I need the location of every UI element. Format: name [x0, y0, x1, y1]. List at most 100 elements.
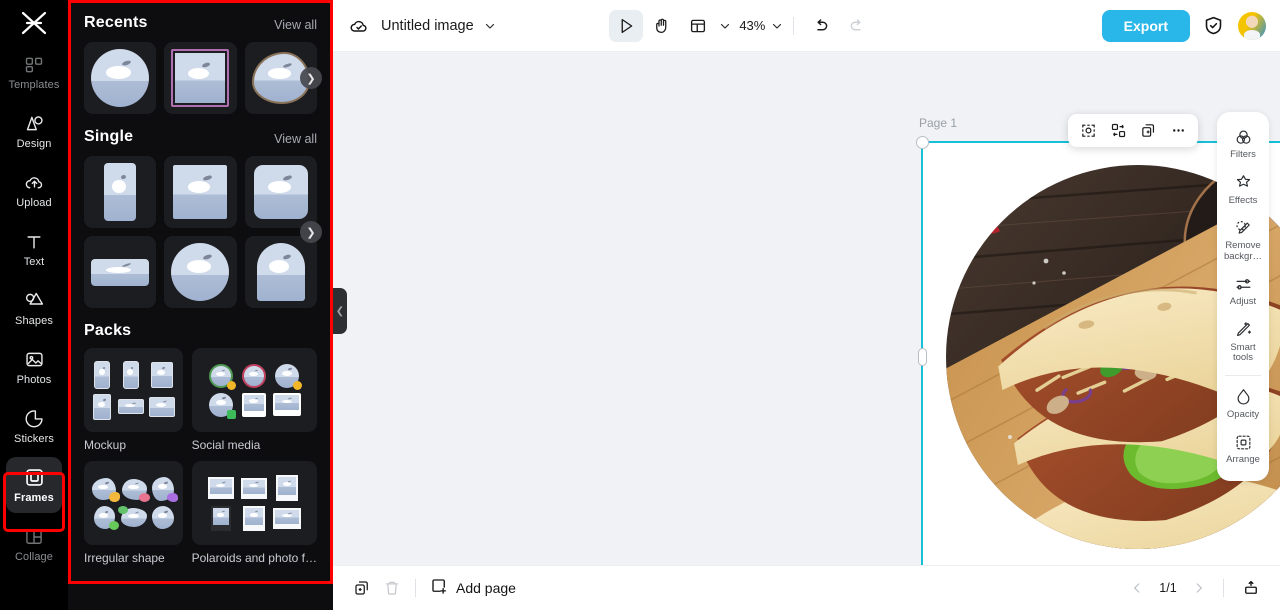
frame-thumb-square-selected[interactable] — [164, 42, 237, 114]
chevron-down-icon[interactable] — [484, 20, 496, 32]
next-page-button[interactable] — [1187, 576, 1211, 600]
avatar[interactable] — [1237, 11, 1266, 40]
page-indicator: 1/1 — [1159, 581, 1177, 595]
frame-thumb-landscape[interactable] — [84, 236, 157, 308]
sidebar-item-collage[interactable]: Collage — [6, 516, 62, 572]
chevron-left-icon: ❮ — [335, 305, 345, 317]
select-tool-button[interactable] — [609, 9, 644, 42]
design-icon — [23, 113, 45, 135]
sidebar-item-photos[interactable]: Photos — [6, 339, 62, 395]
opacity-drop-icon — [1233, 387, 1253, 407]
sidebar-item-text[interactable]: Text — [6, 221, 62, 277]
pack-card-mockup[interactable]: Mockup — [84, 348, 183, 452]
recents-view-all-link[interactable]: View all — [274, 18, 317, 32]
sidebar-item-shapes[interactable]: Shapes — [6, 280, 62, 336]
duplicate-page-button[interactable] — [347, 573, 377, 603]
pack-label: Social media — [191, 438, 261, 452]
canvas-area[interactable]: Page 1 Filters Effects Remove backgr… Ad… — [333, 52, 1280, 565]
prev-page-button[interactable] — [1125, 576, 1149, 600]
nav-divider — [1223, 579, 1224, 597]
arrange-icon — [1233, 432, 1253, 452]
filters-icon — [1233, 127, 1253, 147]
frame-thumb-portrait[interactable] — [84, 156, 157, 228]
zoom-control[interactable]: 43% — [739, 18, 783, 33]
frame-thumb-square[interactable] — [164, 156, 237, 228]
right-tool-arrange[interactable]: Arrange — [1218, 426, 1268, 472]
sidebar-item-upload[interactable]: Upload — [6, 162, 62, 218]
more-button[interactable] — [1164, 117, 1192, 144]
right-tool-adjust[interactable]: Adjust — [1218, 268, 1268, 314]
sidebar-item-label: Photos — [16, 373, 52, 386]
chevron-right-icon[interactable]: ❯ — [300, 221, 322, 243]
capcut-editor: Templates Design Upload Text Shapes Phot… — [0, 0, 1280, 610]
right-tool-opacity[interactable]: Opacity — [1218, 381, 1268, 427]
sidebar-item-templates[interactable]: Templates — [6, 44, 62, 100]
frame-thumb-rounded-square[interactable] — [244, 156, 317, 228]
sidebar-item-label: Frames — [14, 491, 54, 504]
frame-thumb-circle[interactable] — [84, 42, 157, 114]
top-toolbar: Untitled image 43% Export — [333, 0, 1280, 52]
right-tool-smart-tools[interactable]: Smart tools — [1218, 314, 1268, 370]
frame-thumb-arch[interactable] — [244, 236, 317, 308]
add-page-button[interactable]: Add page — [430, 577, 516, 600]
section-title: Single — [84, 128, 134, 145]
hand-tool-button[interactable] — [645, 10, 679, 42]
frame-thumb-circle[interactable] — [164, 236, 237, 308]
toolbar-divider — [793, 16, 795, 35]
packs-grid: Mockup Social media Irregular shape Pola… — [84, 348, 317, 565]
pack-preview — [191, 348, 317, 432]
capcut-logo-icon[interactable] — [14, 6, 54, 40]
packs-section-header: Packs — [84, 308, 317, 348]
right-tool-remove-background[interactable]: Remove backgr… — [1218, 212, 1268, 268]
frames-icon — [23, 467, 45, 489]
recents-grid: ❯ — [84, 42, 322, 114]
chevron-right-icon[interactable]: ❯ — [300, 67, 322, 89]
section-title: Packs — [84, 322, 132, 339]
crop-frame-button[interactable] — [1074, 117, 1102, 144]
pack-card-social-media[interactable]: Social media — [191, 348, 317, 452]
effects-star-icon — [1233, 173, 1253, 193]
right-tool-label: Arrange — [1226, 454, 1260, 465]
redo-button[interactable] — [840, 10, 874, 42]
shield-check-icon[interactable] — [1202, 14, 1226, 38]
section-title: Recents — [84, 14, 148, 31]
right-tool-effects[interactable]: Effects — [1218, 167, 1268, 213]
pack-label: Polaroids and photo f… — [191, 551, 317, 565]
replace-button[interactable] — [1104, 117, 1132, 144]
duplicate-button[interactable] — [1134, 117, 1162, 144]
right-tools-panel: Filters Effects Remove backgr… Adjust Sm… — [1217, 112, 1269, 481]
layout-tool-button[interactable] — [681, 10, 715, 42]
layout-chevron-down-icon[interactable] — [719, 20, 731, 32]
zoom-level: 43% — [739, 18, 766, 33]
pack-label: Irregular shape — [84, 551, 165, 565]
right-tool-filters[interactable]: Filters — [1218, 121, 1268, 167]
sidebar-item-label: Stickers — [14, 432, 54, 445]
frames-panel: Recents View all ❯ Single View all ❯ Pac… — [68, 0, 333, 610]
sidebar-item-stickers[interactable]: Stickers — [6, 398, 62, 454]
right-tool-label: Remove backgr… — [1223, 240, 1262, 262]
right-tool-label: Opacity — [1226, 408, 1260, 420]
sidebar-item-label: Shapes — [15, 314, 53, 327]
delete-page-button[interactable] — [377, 573, 407, 603]
present-button[interactable] — [1236, 573, 1266, 603]
pack-card-irregular-shape[interactable]: Irregular shape — [84, 461, 183, 565]
single-section-header: Single View all — [84, 114, 317, 156]
single-view-all-link[interactable]: View all — [274, 132, 317, 146]
sidebar-item-design[interactable]: Design — [6, 103, 62, 159]
zoom-chevron-down-icon[interactable] — [771, 20, 783, 32]
undo-button[interactable] — [804, 10, 838, 42]
sidebar-item-label: Collage — [14, 550, 53, 563]
document-title[interactable]: Untitled image — [381, 18, 474, 34]
text-icon — [23, 231, 45, 253]
templates-icon — [23, 54, 45, 76]
top-toolbar-right: Export — [1101, 9, 1266, 42]
sidebar-item-frames[interactable]: Frames — [6, 457, 62, 513]
panel-collapse-handle[interactable]: ❮ — [333, 288, 347, 334]
left-sidebar: Templates Design Upload Text Shapes Phot… — [0, 0, 68, 610]
export-button[interactable]: Export — [1101, 9, 1190, 42]
upload-cloud-icon — [23, 172, 45, 194]
pack-card-polaroids[interactable]: Polaroids and photo f… — [191, 461, 317, 565]
cloud-saved-icon[interactable] — [347, 14, 371, 38]
right-tool-label: Smart tools — [1230, 341, 1256, 363]
smart-tools-wand-icon — [1233, 320, 1253, 340]
